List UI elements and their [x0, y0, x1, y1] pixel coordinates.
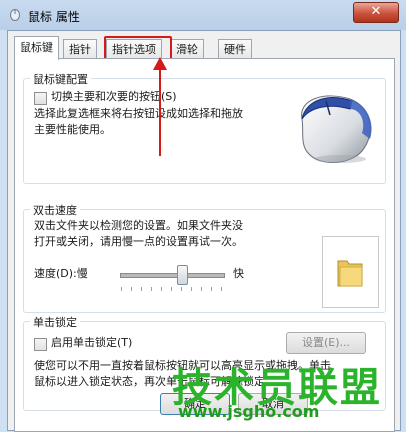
- slider-tick: [141, 287, 142, 291]
- slider-tick: [191, 287, 192, 291]
- slider-tick: [201, 287, 202, 291]
- slider-tick: [221, 287, 222, 291]
- test-folder-area[interactable]: [322, 236, 379, 308]
- mouse-illustration: [301, 95, 372, 164]
- slider-tick: [171, 287, 172, 291]
- title-bar: 鼠标 属性 ✕: [0, 0, 406, 30]
- fast-label: 快: [233, 267, 244, 280]
- speed-slider-thumb[interactable]: [176, 265, 188, 285]
- double-click-group: 双击速度 双击文件夹以检测您的设置。如果文件夹没 打开或关闭，请用慢一点的设置再…: [23, 202, 386, 313]
- tab-pointers[interactable]: 指针: [63, 39, 97, 59]
- mouse-icon: [10, 9, 20, 21]
- tab-wheel[interactable]: 滑轮: [170, 39, 204, 59]
- close-button[interactable]: ✕: [353, 2, 399, 23]
- slider-tick: [181, 287, 182, 291]
- slider-tick: [151, 287, 152, 291]
- click-lock-settings-button[interactable]: 设置(E)...: [286, 332, 366, 354]
- button-config-description-1: 选择此复选框来将右按钮设成如选择和拖放: [34, 107, 243, 120]
- window-title: 鼠标 属性: [28, 10, 80, 24]
- tab-hardware[interactable]: 硬件: [218, 39, 252, 59]
- speed-slider-track[interactable]: [120, 273, 225, 278]
- double-click-description-1: 双击文件夹以检测您的设置。如果文件夹没: [34, 219, 243, 232]
- slider-tick: [211, 287, 212, 291]
- slider-tick: [131, 287, 132, 291]
- folder-icon[interactable]: [335, 255, 365, 289]
- speed-label: 速度(D):慢: [34, 267, 88, 280]
- watermark-url: www.jsgho.com: [178, 402, 320, 421]
- click-lock-checkbox[interactable]: [34, 338, 47, 351]
- click-lock-label: 启用单击锁定(T): [51, 336, 133, 349]
- double-click-description-2: 打开或关闭，请用慢一点的设置再试一次。: [34, 235, 243, 248]
- slider-tick: [161, 287, 162, 291]
- double-click-title: 双击速度: [30, 202, 80, 218]
- red-arrow-icon: [153, 57, 167, 156]
- tab-mouse-buttons[interactable]: 鼠标键: [14, 36, 59, 60]
- button-config-title: 鼠标键配置: [30, 71, 91, 87]
- button-config-description-2: 主要性能使用。: [34, 123, 111, 136]
- slider-tick: [121, 287, 122, 291]
- button-config-group: 鼠标键配置 切换主要和次要的按钮(S) 选择此复选框来将右按钮设成如选择和拖放 …: [23, 71, 386, 184]
- click-lock-title: 单击锁定: [30, 314, 80, 330]
- swap-buttons-checkbox[interactable]: [34, 92, 47, 105]
